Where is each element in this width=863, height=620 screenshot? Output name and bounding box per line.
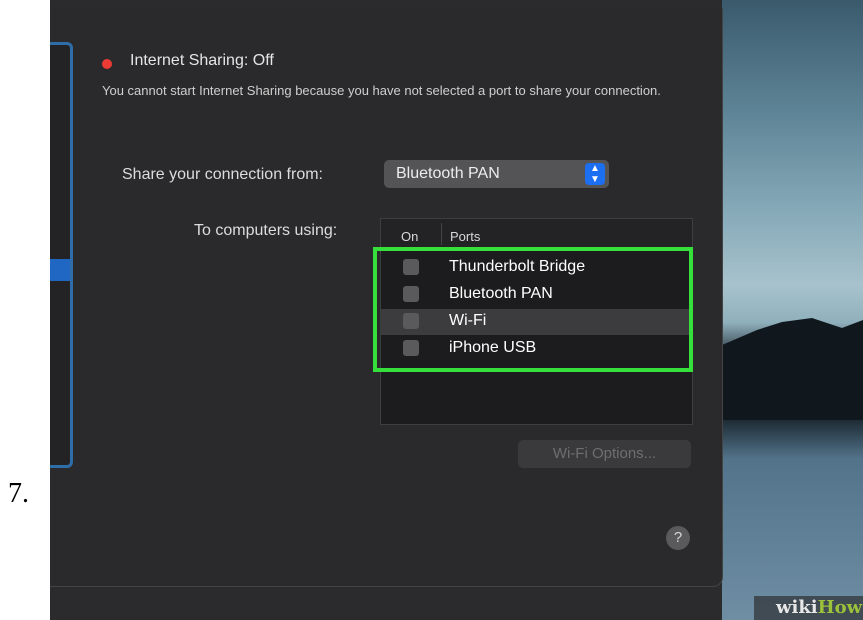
internet-sharing-description: You cannot start Internet Sharing becaus… <box>102 83 661 98</box>
sharing-preferences-window: Internet Sharing: Off You cannot start I… <box>50 8 723 587</box>
share-from-popup[interactable]: Bluetooth PAN ▲ ▼ <box>384 160 609 188</box>
internet-sharing-status: Internet Sharing: Off <box>130 52 274 69</box>
column-header-on[interactable]: On <box>401 229 418 244</box>
highlight-box <box>373 247 693 372</box>
watermark-part1: wiki <box>776 597 818 618</box>
step-number: 7. <box>8 478 29 509</box>
services-list-selected-item[interactable] <box>50 259 70 281</box>
share-from-label: Share your connection from: <box>122 166 323 183</box>
share-from-value: Bluetooth PAN <box>396 165 500 182</box>
help-button[interactable]: ? <box>666 526 690 550</box>
to-computers-label: To computers using: <box>194 222 338 239</box>
mountain-silhouette <box>722 318 863 420</box>
services-list[interactable] <box>50 42 73 468</box>
status-indicator-icon <box>102 59 112 69</box>
wikihow-watermark-logo: wikiHow <box>754 596 863 620</box>
watermark-part2: How <box>817 597 863 618</box>
column-header-ports[interactable]: Ports <box>450 229 480 244</box>
screenshot: Internet Sharing: Off You cannot start I… <box>50 0 863 620</box>
wifi-options-button[interactable]: Wi-Fi Options... <box>518 440 691 468</box>
popup-arrows-icon: ▲ ▼ <box>585 163 605 185</box>
column-divider <box>441 223 442 245</box>
ports-table-header: On Ports <box>381 219 692 250</box>
